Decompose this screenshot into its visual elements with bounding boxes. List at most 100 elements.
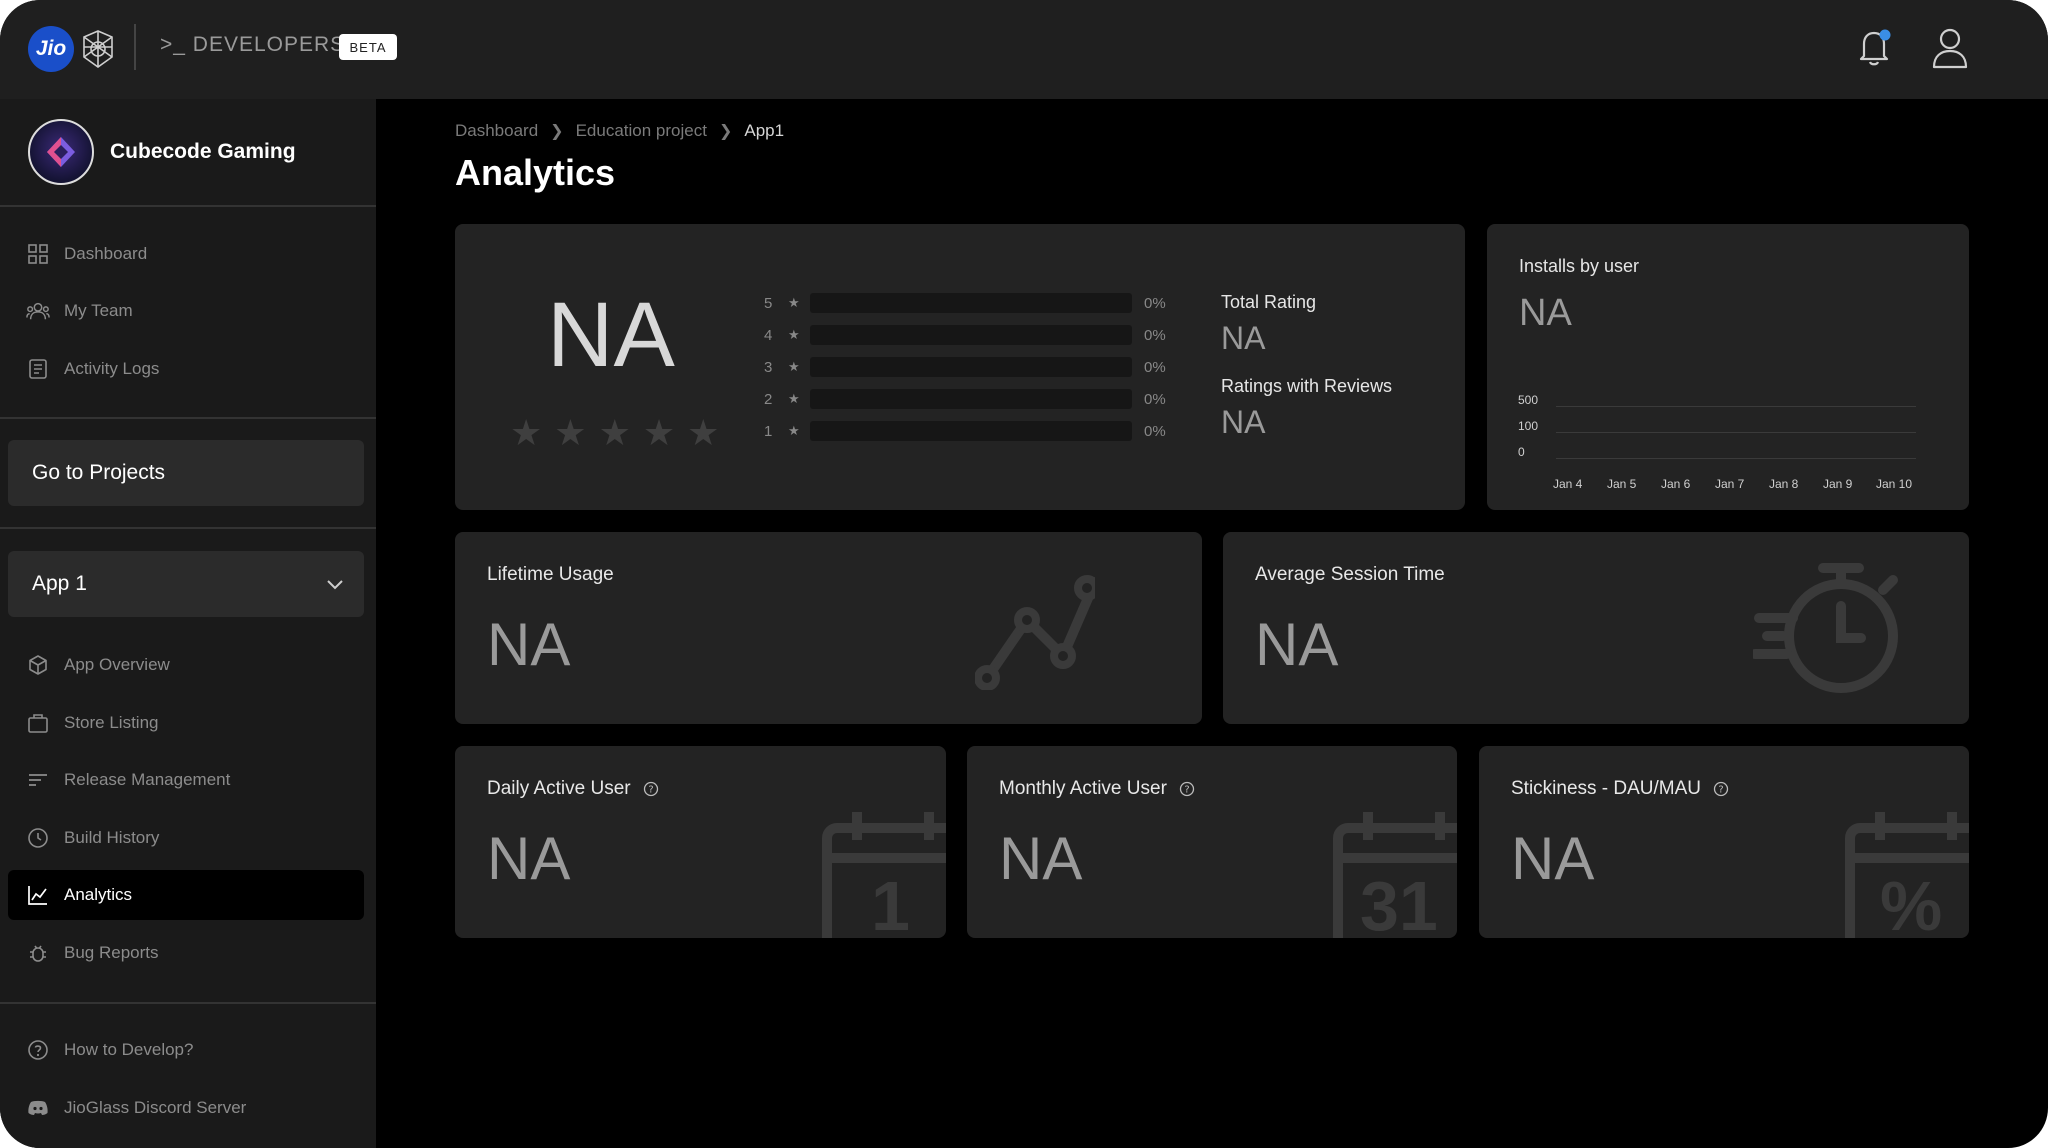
cube-icon [26,653,50,677]
grid-line [1556,458,1916,459]
rating-row-percent: 0% [1144,422,1166,440]
rating-row-3: 3 ★ 0% [764,354,1166,380]
help-icon[interactable]: ? [643,781,659,797]
jio-logo: Jio [28,26,74,72]
calendar-icon: % [1842,806,1969,938]
chevron-right-icon: ❯ [718,123,733,140]
sidebar-item-bug-reports[interactable]: Bug Reports [8,928,364,978]
installs-title: Installs by user [1519,256,1640,276]
analytics-icon [26,883,50,907]
help-circle-icon [26,1038,50,1062]
sidebar-item-my-team[interactable]: My Team [8,286,364,336]
sidebar-divider [0,1002,376,1004]
app-select-dropdown[interactable]: App 1 [8,551,364,617]
sidebar-item-discord[interactable]: JioGlass Discord Server [8,1083,364,1133]
help-icon[interactable]: ? [1179,781,1195,797]
rating-row-stars: 5 [764,294,773,312]
sidebar-item-store-listing[interactable]: Store Listing [8,698,364,748]
star-icon: ★ [788,423,800,438]
cube-logo-icon [47,137,75,167]
rating-bar [810,325,1132,345]
sidebar-item-dashboard[interactable]: Dashboard [8,229,364,279]
x-tick-label: Jan 10 [1876,477,1913,491]
dau-label: Daily Active User ? [487,778,659,800]
sidebar-item-label: Release Management [64,770,231,789]
ratings-with-reviews-value: NA [1221,404,1266,440]
svg-text:?: ? [648,785,653,796]
y-tick-label: 0 [1518,445,1525,459]
x-tick-label: Jan 7 [1715,477,1745,491]
rating-row-4: 4 ★ 0% [764,322,1166,348]
help-icon[interactable]: ? [1713,781,1729,797]
star-icon: ★ [598,412,631,453]
breadcrumb-item-dashboard[interactable]: Dashboard [455,121,538,141]
mau-label: Monthly Active User ? [999,778,1195,800]
user-profile-icon[interactable] [1930,26,1970,70]
x-tick-label: Jan 9 [1823,477,1853,491]
lifetime-usage-label: Lifetime Usage [487,564,614,585]
sidebar-item-release-management[interactable]: Release Management [8,755,364,805]
sidebar-item-label: My Team [64,301,133,320]
org-header[interactable]: Cubecode Gaming [28,119,296,185]
grid-line [1556,406,1916,407]
chevron-right-icon: ❯ [550,123,564,140]
rating-row-2: 2 ★ 0% [764,386,1166,412]
notification-bell-icon[interactable] [1854,26,1894,68]
sidebar-divider [0,527,376,529]
sidebar-item-label: How to Develop? [64,1040,194,1059]
mau-label-text: Monthly Active User [999,778,1167,799]
sidebar-item-label: Analytics [64,885,133,904]
org-avatar [28,119,94,185]
breadcrumb: Dashboard ❯ Education project ❯ App1 [455,121,784,141]
ratings-with-reviews-label: Ratings with Reviews [1221,376,1393,396]
rating-row-stars: 4 [764,326,773,344]
sidebar-item-label: Dashboard [64,244,148,263]
release-icon [26,768,50,792]
star-icon: ★ [788,391,800,406]
app-select-value: App 1 [32,572,87,595]
sidebar-item-label: Store Listing [64,713,159,732]
line-graph-icon [975,575,1095,690]
sidebar-item-app-overview[interactable]: App Overview [8,640,364,690]
sidebar: Cubecode Gaming Dashboard My Team Activi… [0,99,376,1148]
avg-session-label: Average Session Time [1255,564,1445,585]
stopwatch-icon [1753,563,1898,693]
calendar-icon: 31 [1330,806,1457,938]
calendar-deco-text: 1 [871,867,910,938]
sidebar-item-label: Bug Reports [64,943,159,962]
prompt-icon: >_ [160,33,186,56]
jio-logo-link[interactable]: Jio [28,26,118,72]
star-icon: ★ [788,327,800,342]
total-rating-label: Total Rating [1221,292,1317,312]
stickiness-label: Stickiness - DAU/MAU ? [1511,778,1729,800]
go-to-projects-button[interactable]: Go to Projects [8,440,364,506]
rating-row-5: 5 ★ 0% [764,290,1166,316]
rating-row-stars: 2 [764,390,773,408]
sidebar-item-activity-logs[interactable]: Activity Logs [8,344,364,394]
rating-row-percent: 0% [1144,294,1166,312]
sidebar-item-analytics[interactable]: Analytics [8,870,364,920]
x-tick-label: Jan 4 [1553,477,1583,491]
rating-row-percent: 0% [1144,390,1166,408]
developers-label[interactable]: >_ DEVELOPERS [160,33,345,57]
y-tick-label: 100 [1518,419,1539,433]
bug-icon [26,941,50,965]
svg-text:?: ? [1184,785,1189,796]
rating-bar [810,357,1132,377]
lifetime-usage-value: NA [487,611,571,678]
store-icon [26,711,50,735]
mau-value: NA [999,825,1083,892]
sidebar-item-how-to-develop[interactable]: How to Develop? [8,1025,364,1075]
developers-text: DEVELOPERS [192,33,346,56]
y-tick-label: 500 [1518,393,1539,407]
sidebar-item-build-history[interactable]: Build History [8,813,364,863]
header-divider [134,24,136,70]
star-icon: ★ [687,412,720,453]
dau-value: NA [487,825,571,892]
discord-icon [26,1096,50,1120]
page-title: Analytics [455,152,616,193]
rating-row-1: 1 ★ 0% [764,418,1166,444]
grid-line [1556,432,1916,433]
star-icon: ★ [788,359,800,374]
breadcrumb-item-project[interactable]: Education project [576,121,707,141]
